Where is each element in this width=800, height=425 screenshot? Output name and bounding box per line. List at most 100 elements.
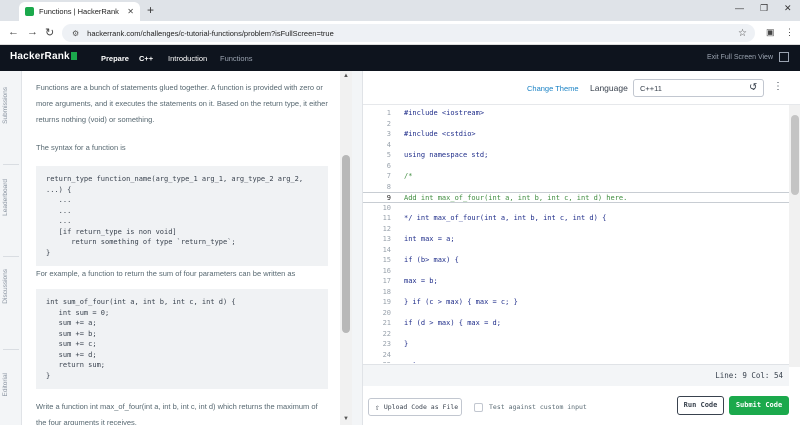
new-tab-icon[interactable]: +	[147, 3, 154, 17]
code-line[interactable]: 11 */ int max_of_four(int a, int b, int c…	[363, 213, 800, 224]
problem-paragraph: Functions are a bunch of statements glue…	[36, 83, 328, 124]
run-code-button[interactable]: Run Code	[677, 396, 724, 415]
editor-scrollbar[interactable]	[789, 105, 800, 367]
code-line[interactable]: 4	[363, 140, 800, 151]
custom-input-label[interactable]: Test against custom input	[489, 403, 587, 411]
line-number: 25	[363, 360, 391, 363]
scroll-up-icon[interactable]: ▲	[343, 73, 349, 79]
code-line[interactable]: 16	[363, 266, 800, 277]
site-settings-icon[interactable]: ⚙	[72, 29, 79, 38]
code-line[interactable]: 2	[363, 119, 800, 130]
side-divider	[3, 349, 19, 350]
extension-icon[interactable]: ▣	[766, 27, 775, 38]
reload-icon[interactable]: ↻	[45, 26, 54, 39]
code-line[interactable]: 9 Add int max_of_four(int a, int b, int c…	[363, 192, 800, 203]
code-line[interactable]: 24	[363, 350, 800, 361]
code-line[interactable]: 20	[363, 308, 800, 319]
upload-code-button[interactable]: ⇧ Upload Code as File	[368, 398, 462, 416]
line-number: 2	[386, 119, 391, 128]
code-text: }	[404, 340, 409, 348]
code-line[interactable]: 18	[363, 287, 800, 298]
panel-splitter[interactable]	[352, 71, 362, 425]
code-line[interactable]: 15 if (b> max) {	[363, 255, 800, 266]
change-theme-link[interactable]: Change Theme	[527, 84, 579, 93]
hackerrank-logo[interactable]: HackerRank	[10, 51, 77, 62]
problem-scrollbar[interactable]: ▲ ▼	[340, 71, 352, 425]
code-text: max = b;	[404, 277, 438, 285]
nav-introduction[interactable]: Introduction	[168, 54, 207, 63]
exit-fullscreen-link[interactable]: Exit Full Screen View	[707, 54, 773, 61]
code-line[interactable]: 19 } if (c > max) { max = c; }	[363, 297, 800, 308]
browser-tab[interactable]: Functions | HackerRank ✕	[19, 2, 140, 21]
code-area[interactable]: 1 #include <iostream> 2 3 #include <cstdio> 4…	[363, 105, 800, 363]
code-line[interactable]: 3 #include <cstdio>	[363, 129, 800, 140]
tab-title: Functions | HackerRank	[39, 7, 119, 16]
submit-code-button[interactable]: Submit Code	[729, 396, 789, 415]
tab-submissions[interactable]: Submissions	[2, 87, 9, 124]
url-field[interactable]: ⚙ hackerrank.com/challenges/c-tutorial-f…	[62, 24, 755, 42]
code-text: } if (c > max) { max = c; }	[404, 298, 518, 306]
language-value: C++11	[640, 84, 662, 93]
code-line[interactable]: 25 return max;	[363, 360, 800, 363]
code-line[interactable]: 8	[363, 182, 800, 193]
minimize-icon[interactable]: —	[735, 3, 744, 13]
code-line[interactable]: 12	[363, 224, 800, 235]
reset-code-icon[interactable]: ↺	[749, 82, 757, 93]
code-line[interactable]: 23}	[363, 339, 800, 350]
line-number: 24	[382, 350, 391, 359]
browser-menu-icon[interactable]: ⋮	[785, 27, 794, 38]
code-text: /*	[404, 172, 413, 180]
line-number: 19	[382, 298, 391, 306]
back-icon[interactable]: ←	[8, 26, 19, 38]
scrollbar-thumb[interactable]	[791, 115, 799, 195]
bookmark-star-icon[interactable]: ☆	[738, 28, 747, 39]
window-close-icon[interactable]: ✕	[784, 3, 792, 14]
more-options-icon[interactable]: ⋮	[773, 81, 783, 92]
code-line[interactable]: 6	[363, 161, 800, 172]
code-line[interactable]: 22	[363, 329, 800, 340]
nav-cpp[interactable]: C++	[139, 54, 153, 63]
code-text: if (d > max) { max = d;	[404, 319, 501, 327]
code-line[interactable]: 13 int max = a;	[363, 234, 800, 245]
code-line[interactable]: 21 if (d > max) { max = d;	[363, 318, 800, 329]
problem-statement: Functions are a bunch of statements glue…	[22, 71, 340, 425]
problem-paragraph: The syntax for a function is	[36, 143, 126, 152]
cursor-position: Line: 9 Col: 54	[715, 371, 783, 380]
side-divider	[3, 164, 19, 165]
maximize-icon[interactable]: ❐	[760, 3, 768, 14]
editor-toolbar: Change Theme Language C++11 ⌄ ↺ ⋮	[363, 71, 800, 105]
problem-paragraph: Write a function int max_of_four(int a, …	[36, 402, 318, 425]
nav-functions[interactable]: Functions	[220, 54, 253, 63]
side-divider	[3, 256, 19, 257]
line-number: 3	[386, 130, 391, 138]
code-line[interactable]: 17 max = b;	[363, 276, 800, 287]
tab-leaderboard[interactable]: Leaderboard	[2, 179, 9, 216]
line-number: 14	[382, 245, 391, 254]
forward-icon[interactable]: →	[27, 26, 38, 38]
code-line[interactable]: 10	[363, 203, 800, 214]
code-text: #include <iostream>	[404, 109, 485, 117]
scroll-down-icon[interactable]: ▼	[343, 416, 349, 422]
code-line[interactable]: 7 /*	[363, 171, 800, 182]
scrollbar-thumb[interactable]	[342, 155, 350, 333]
custom-input-checkbox[interactable]	[474, 403, 483, 412]
line-number: 13	[382, 235, 391, 243]
nav-prepare[interactable]: Prepare	[101, 54, 129, 63]
editor-footer: ⇧ Upload Code as File Test against custo…	[363, 386, 800, 425]
language-select[interactable]: C++11 ⌄	[633, 79, 764, 97]
code-editor-panel: Change Theme Language C++11 ⌄ ↺ ⋮ 1 #incl…	[362, 71, 800, 425]
line-number: 5	[386, 151, 391, 159]
code-text: int max = a;	[404, 235, 455, 243]
code-text: return max;	[404, 360, 450, 363]
line-number: 12	[382, 224, 391, 233]
line-number: 4	[386, 140, 391, 149]
code-line[interactable]: 1 #include <iostream>	[363, 108, 800, 119]
tab-discussions[interactable]: Discussions	[2, 269, 9, 304]
tab-editorial[interactable]: Editorial	[2, 373, 9, 396]
tab-close-icon[interactable]: ✕	[127, 7, 134, 16]
problem-paragraph: For example, a function to return the su…	[36, 269, 296, 278]
language-label: Language	[590, 83, 628, 93]
exit-fullscreen-icon[interactable]	[779, 52, 789, 62]
code-line[interactable]: 5 using namespace std;	[363, 150, 800, 161]
code-line[interactable]: 14	[363, 245, 800, 256]
